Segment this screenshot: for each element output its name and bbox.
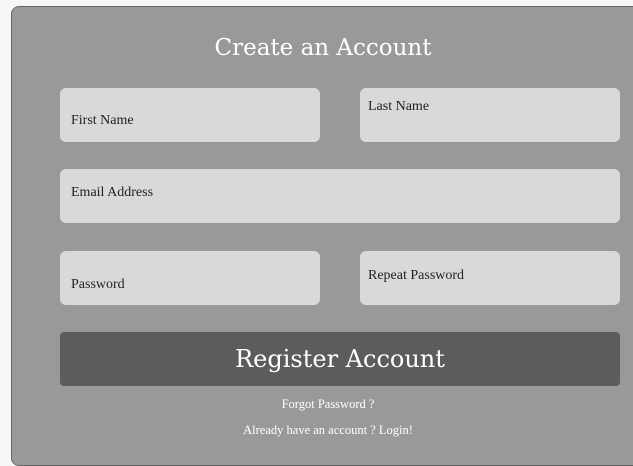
login-link[interactable]: Already have an account ? Login! [0, 423, 633, 438]
forgot-password-link[interactable]: Forgot Password ? [0, 397, 633, 412]
form-title: Create an Account [214, 35, 432, 61]
first-name-input[interactable] [60, 88, 320, 142]
last-name-input[interactable] [360, 88, 620, 142]
register-account-button[interactable]: Register Account [60, 332, 620, 386]
password-input[interactable] [60, 251, 320, 305]
email-address-input[interactable] [60, 169, 620, 223]
repeat-password-input[interactable] [360, 251, 620, 305]
